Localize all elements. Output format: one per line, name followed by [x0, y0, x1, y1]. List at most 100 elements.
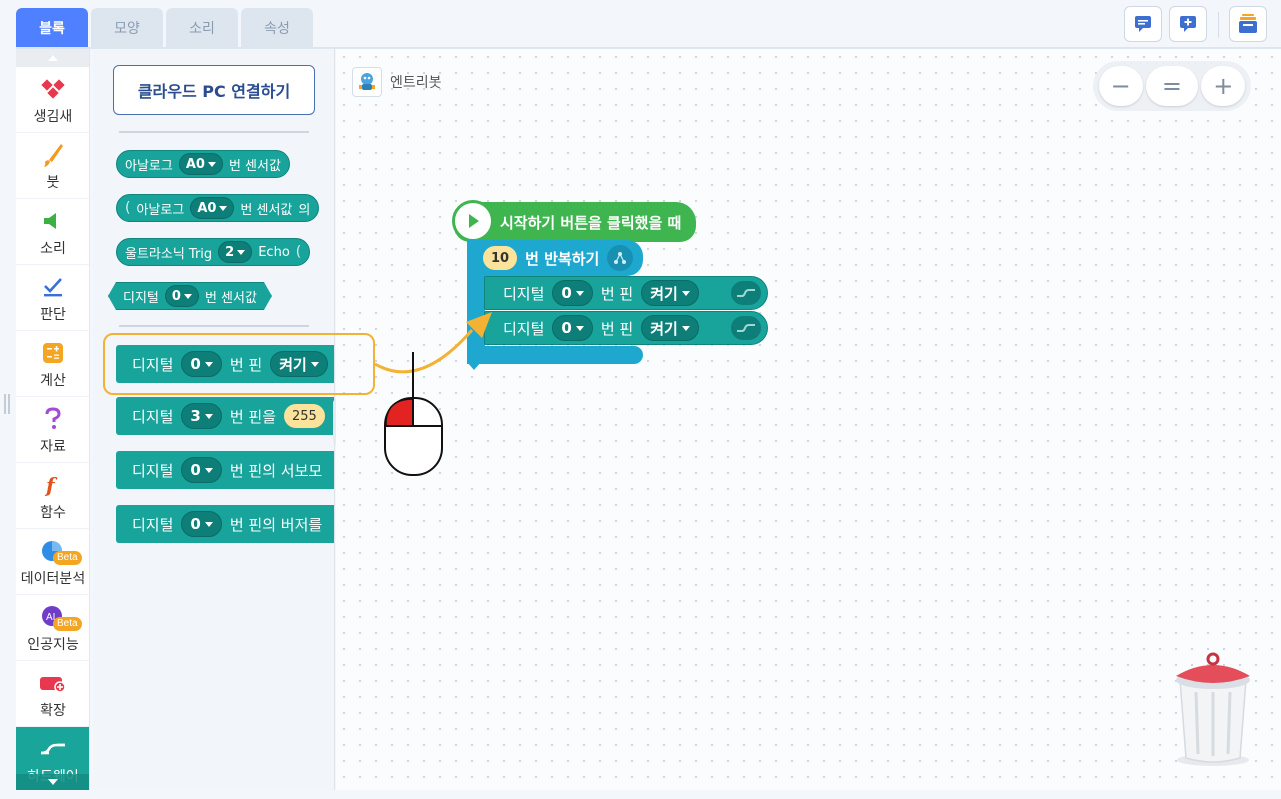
- category-data[interactable]: 자료: [16, 397, 89, 463]
- block-text: 번 핀: [600, 284, 634, 303]
- category-label: 함수: [40, 505, 66, 521]
- repeat-block[interactable]: 10 번 반복하기: [467, 240, 643, 276]
- block-text: 아날로그: [125, 158, 173, 174]
- palette-divider: [119, 325, 309, 327]
- block-text: 디지털: [132, 407, 174, 426]
- digital-pin-servo-block[interactable]: 디지털 0 번 핀의 서보모: [116, 451, 335, 489]
- repeat-icon: [607, 245, 634, 271]
- category-label: 생김새: [33, 109, 73, 125]
- check-icon: [39, 273, 67, 301]
- drag-source-highlight: [103, 333, 375, 395]
- beta-badge: Beta: [53, 551, 82, 565]
- block-text: 의: [298, 202, 311, 218]
- sidebar-resize-grip[interactable]: [4, 394, 10, 414]
- add-comment-button[interactable]: [1169, 6, 1207, 42]
- chevron-up-icon: [48, 55, 58, 61]
- category-extension[interactable]: 확장: [16, 661, 89, 727]
- pin-dropdown[interactable]: 0: [181, 511, 221, 537]
- state-dropdown[interactable]: 켜기: [641, 280, 699, 306]
- repeat-block-end: [467, 346, 643, 364]
- pin-dropdown[interactable]: 0: [552, 280, 593, 306]
- zoom-controls: − = +: [1093, 61, 1251, 111]
- ultrasonic-block[interactable]: 울트라소닉 Trig 2 Echo (: [116, 238, 311, 266]
- block-text: 울트라소닉 Trig: [125, 246, 213, 262]
- svg-text:f: f: [44, 474, 58, 496]
- digital-sensor-block[interactable]: 디지털 0 번 센서값: [108, 282, 272, 310]
- port-dropdown[interactable]: 0: [165, 285, 199, 307]
- block-text: 디지털: [503, 284, 545, 303]
- pie-chart-icon: Beta: [39, 537, 82, 565]
- category-data-analysis[interactable]: Beta 데이터분석: [16, 529, 89, 595]
- comment-icon: [1135, 16, 1151, 32]
- hardware-icon: [731, 316, 761, 340]
- zoom-reset-button[interactable]: =: [1145, 66, 1198, 106]
- cloud-pc-connect-button[interactable]: 클라우드 PC 연결하기: [113, 65, 315, 115]
- tab-shapes[interactable]: 모양: [91, 8, 163, 48]
- port-dropdown[interactable]: A0: [178, 153, 223, 175]
- block-text: 번 핀의 서보모: [229, 461, 323, 480]
- block-text: 번 핀의 버저를: [229, 515, 323, 534]
- category-judgement[interactable]: 판단: [16, 265, 89, 331]
- digital-pin-pwm-block[interactable]: 디지털 3 번 핀을 255: [116, 397, 335, 435]
- category-label: 확장: [40, 703, 66, 719]
- category-scroll-down[interactable]: [16, 774, 89, 790]
- category-label: 판단: [40, 307, 66, 323]
- hardware-icon: [731, 281, 761, 305]
- category-label: 계산: [40, 373, 66, 389]
- block-text: 번 핀: [600, 319, 634, 338]
- category-calculation[interactable]: 계산: [16, 331, 89, 397]
- repeat-count-input[interactable]: 10: [483, 246, 518, 270]
- digital-pin-on-block-1[interactable]: 디지털 0 번 핀 켜기: [484, 276, 768, 310]
- category-sound[interactable]: 소리: [16, 199, 89, 265]
- category-label: 붓: [46, 175, 60, 191]
- chevron-down-icon: [48, 779, 58, 785]
- script-workspace[interactable]: [336, 49, 1281, 790]
- comment-button[interactable]: [1124, 6, 1162, 42]
- category-ai[interactable]: AI Beta 인공지능: [16, 595, 89, 661]
- looks-icon: [39, 75, 67, 103]
- block-text: 디지털: [123, 290, 159, 306]
- pin-dropdown[interactable]: 0: [181, 457, 221, 483]
- speaker-icon: [39, 207, 67, 235]
- pin-dropdown[interactable]: 3: [181, 403, 221, 429]
- tab-sounds[interactable]: 소리: [166, 8, 238, 48]
- digital-pin-buzzer-block[interactable]: 디지털 0 번 핀의 버저를: [116, 505, 335, 543]
- play-icon: [452, 200, 494, 242]
- trig-dropdown[interactable]: 2: [218, 241, 253, 263]
- category-brush[interactable]: 붓: [16, 133, 89, 199]
- port-dropdown[interactable]: A0: [190, 197, 235, 219]
- digital-pin-on-block-2[interactable]: 디지털 0 번 핀 켜기: [484, 311, 768, 345]
- beta-badge: Beta: [53, 617, 82, 631]
- analog-sensor-block[interactable]: 아날로그 A0 번 센서값: [116, 150, 290, 178]
- state-dropdown[interactable]: 켜기: [641, 315, 699, 341]
- tab-blocks[interactable]: 블록: [16, 8, 88, 48]
- tab-properties[interactable]: 속성: [241, 8, 313, 48]
- extension-icon: [39, 669, 67, 697]
- block-text: 디지털: [503, 319, 545, 338]
- block-text: 아날로그: [136, 202, 185, 218]
- block-text: 번 센서값: [240, 202, 293, 218]
- category-label: 데이터분석: [20, 571, 86, 587]
- add-comment-icon: [1180, 16, 1196, 32]
- palette-divider: [119, 131, 309, 133]
- category-scroll-up[interactable]: [16, 49, 89, 67]
- trash-can-icon[interactable]: [1168, 650, 1258, 768]
- object-name: 엔트리봇: [390, 75, 442, 91]
- zoom-in-button[interactable]: +: [1201, 66, 1246, 106]
- entrybot-thumbnail: [352, 67, 382, 97]
- pin-dropdown[interactable]: 0: [552, 315, 593, 341]
- repeat-block-body: [467, 274, 485, 348]
- ai-icon: AI Beta: [39, 603, 82, 631]
- analog-sensor-block-2[interactable]: ( 아날로그 A0 번 센서값 의: [116, 194, 320, 222]
- category-label: 인공지능: [27, 637, 79, 653]
- category-label: 소리: [40, 241, 66, 257]
- zoom-out-button[interactable]: −: [1098, 66, 1143, 106]
- backpack-button[interactable]: [1229, 6, 1267, 42]
- backpack-icon: [1239, 14, 1257, 33]
- category-looks[interactable]: 생김새: [16, 67, 89, 133]
- current-object: 엔트리봇: [352, 67, 442, 97]
- calculator-icon: [39, 339, 67, 367]
- pwm-value-input[interactable]: 255: [284, 404, 325, 428]
- category-function[interactable]: f 함수: [16, 463, 89, 529]
- block-text: Echo: [258, 244, 290, 260]
